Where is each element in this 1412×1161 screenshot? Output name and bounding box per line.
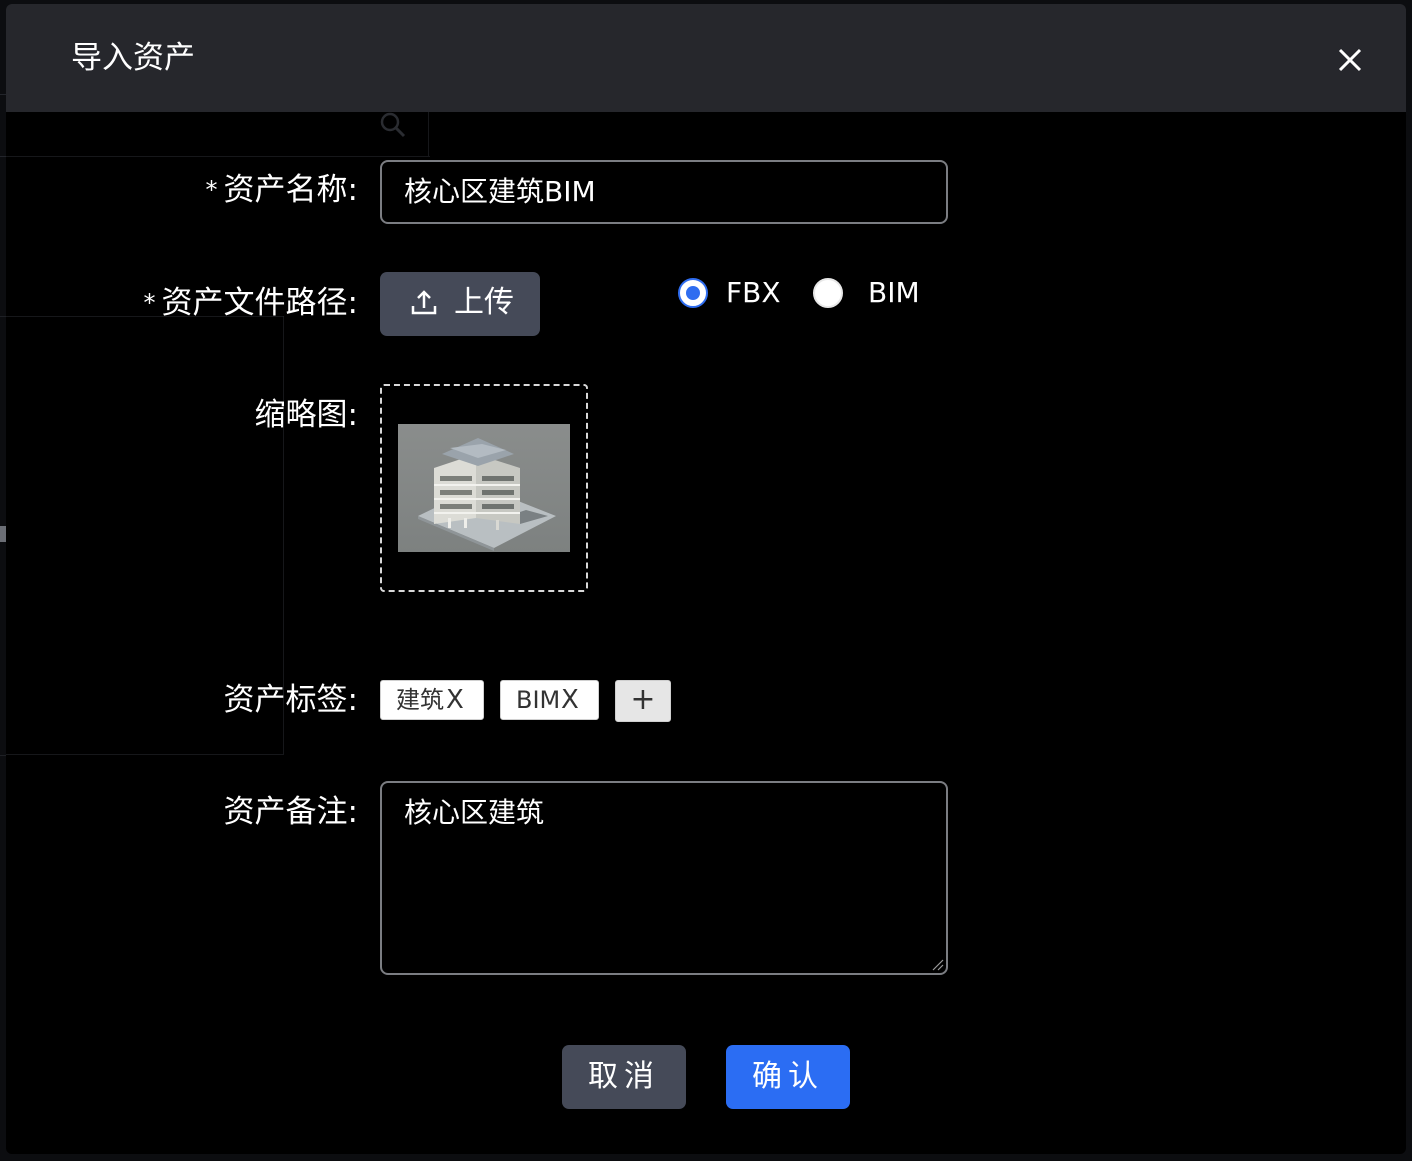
- asset-remark-label: 资产备注:: [223, 794, 358, 830]
- thumbnail-upload-area[interactable]: [380, 384, 588, 592]
- background-search-icon: [380, 112, 406, 138]
- building-image: [418, 438, 556, 551]
- asset-file-path-label: * 资产文件路径:: [143, 285, 358, 321]
- confirm-button[interactable]: 确认: [726, 1045, 850, 1109]
- asset-tags-label: 资产标签:: [223, 682, 358, 718]
- dialog-title: 导入资产: [71, 40, 195, 76]
- radio-bim-label[interactable]: BIM: [868, 275, 920, 311]
- tag-close-button[interactable]: X: [561, 681, 579, 719]
- background-divider: [428, 112, 429, 156]
- thumbnail-label: 缩略图:: [254, 397, 358, 433]
- dialog-header: 导入资产: [6, 4, 1406, 112]
- upload-button[interactable]: 上传: [380, 272, 540, 336]
- required-mark: *: [143, 289, 156, 317]
- asset-name-label: * 资产名称:: [205, 172, 358, 208]
- upload-icon: [411, 290, 437, 315]
- cancel-button[interactable]: 取消: [562, 1045, 686, 1109]
- background-divider: [6, 754, 284, 755]
- radio-bim[interactable]: [813, 278, 843, 308]
- tag-item: BIM X: [500, 680, 599, 720]
- asset-name-input[interactable]: 核心区建筑BIM: [380, 160, 948, 224]
- radio-fbx-label[interactable]: FBX: [726, 275, 781, 311]
- tag-text: 建筑: [396, 686, 444, 714]
- upload-label: 上传: [454, 285, 514, 320]
- add-tag-button[interactable]: +: [615, 680, 671, 722]
- asset-remark-textarea[interactable]: 核心区建筑: [380, 781, 948, 975]
- tag-close-button[interactable]: X: [446, 681, 464, 719]
- import-asset-dialog: 导入资产 * 资产名称: 核心区建筑BIM * 资产文件路径: 上传 FBX BIM…: [6, 4, 1406, 1154]
- radio-fbx[interactable]: [678, 278, 708, 308]
- required-mark: *: [205, 176, 218, 204]
- tag-text: BIM: [516, 686, 561, 714]
- asset-name-value: 核心区建筑BIM: [404, 175, 596, 208]
- asset-remark-value: 核心区建筑: [404, 796, 545, 829]
- thumbnail-image: [398, 424, 570, 552]
- close-button[interactable]: [1332, 42, 1368, 78]
- resize-grip-icon[interactable]: [930, 957, 944, 971]
- background-divider: [6, 156, 430, 157]
- close-icon: [1338, 48, 1362, 72]
- tag-item: 建筑 X: [380, 680, 484, 720]
